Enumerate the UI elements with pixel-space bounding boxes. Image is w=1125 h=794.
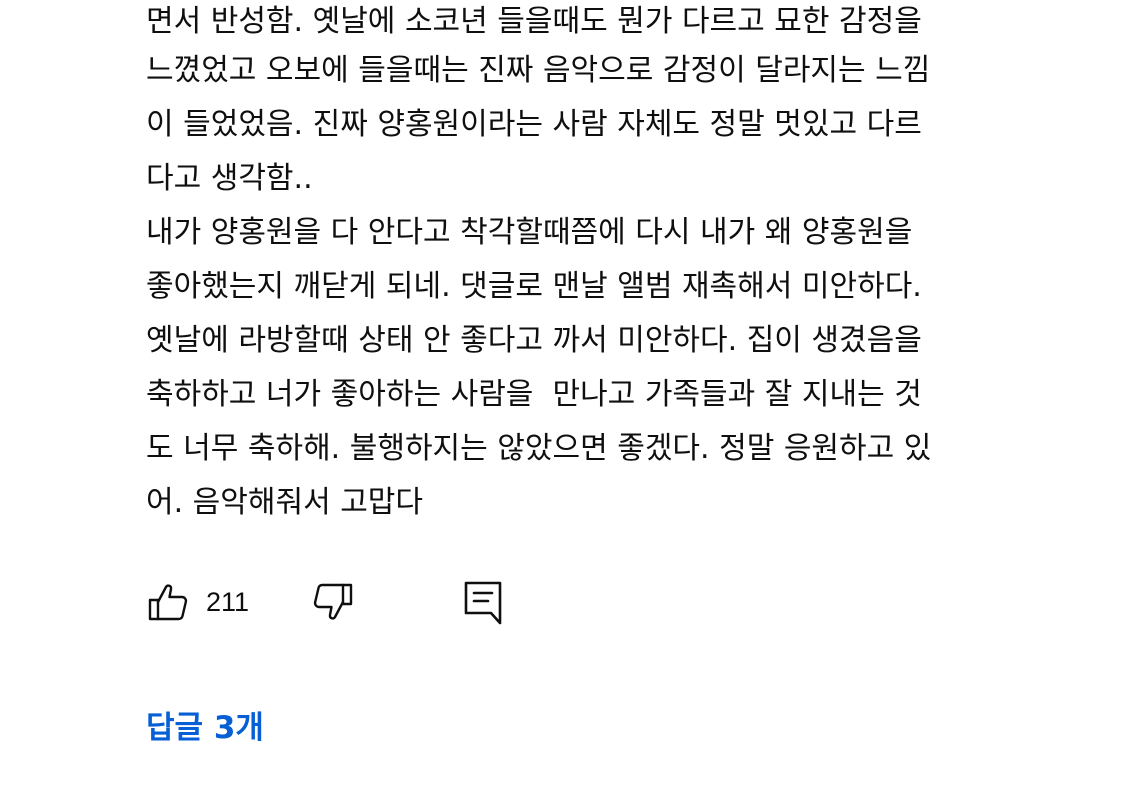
comment-text-line: 어. 음악해줘서 고맙다 [146, 485, 424, 520]
comment-text-line: 축하하고 너가 좋아하는 사람을 만나고 가족들과 잘 지내는 것 [146, 377, 922, 412]
comment-text-line: 면서 반성함. 옛날에 소코년 들을때도 뭔가 다르고 묘한 감정을 [146, 4, 922, 39]
comment-text-line: 느꼈었고 오보에 들을때는 진짜 음악으로 감정이 달라지는 느낌 [146, 53, 931, 88]
thumbs-down-icon[interactable] [311, 580, 355, 624]
comment-action-bar: 211 [146, 576, 505, 628]
comment-text-line: 다고 생각함.. [146, 161, 313, 196]
comment-text-line: 좋아했는지 깨닫게 되네. 댓글로 맨날 앨범 재촉해서 미안하다. [146, 269, 922, 304]
comment-icon[interactable] [461, 580, 505, 625]
view-replies-button[interactable]: 답글 3개 [146, 704, 264, 752]
comment-body: 면서 반성함. 옛날에 소코년 들을때도 뭔가 다르고 묘한 감정을 느꼈었고 … [146, 0, 1046, 530]
comment-text-line: 이 들었었음. 진짜 양홍원이라는 사람 자체도 정말 멋있고 다르 [146, 107, 922, 142]
comment-text-line: 도 너무 축하해. 불행하지는 않았으면 좋겠다. 정말 응원하고 있 [146, 431, 932, 466]
like-count: 211 [206, 586, 250, 617]
comment-text-line: 내가 양홍원을 다 안다고 착각할때쯤에 다시 내가 왜 양홍원을 [146, 215, 913, 250]
thumbs-up-icon[interactable] [146, 580, 190, 624]
comment-text-line: 옛날에 라방할때 상태 안 좋다고 까서 미안하다. 집이 생겼음을 [146, 323, 922, 358]
like-group: 211 [146, 580, 249, 624]
